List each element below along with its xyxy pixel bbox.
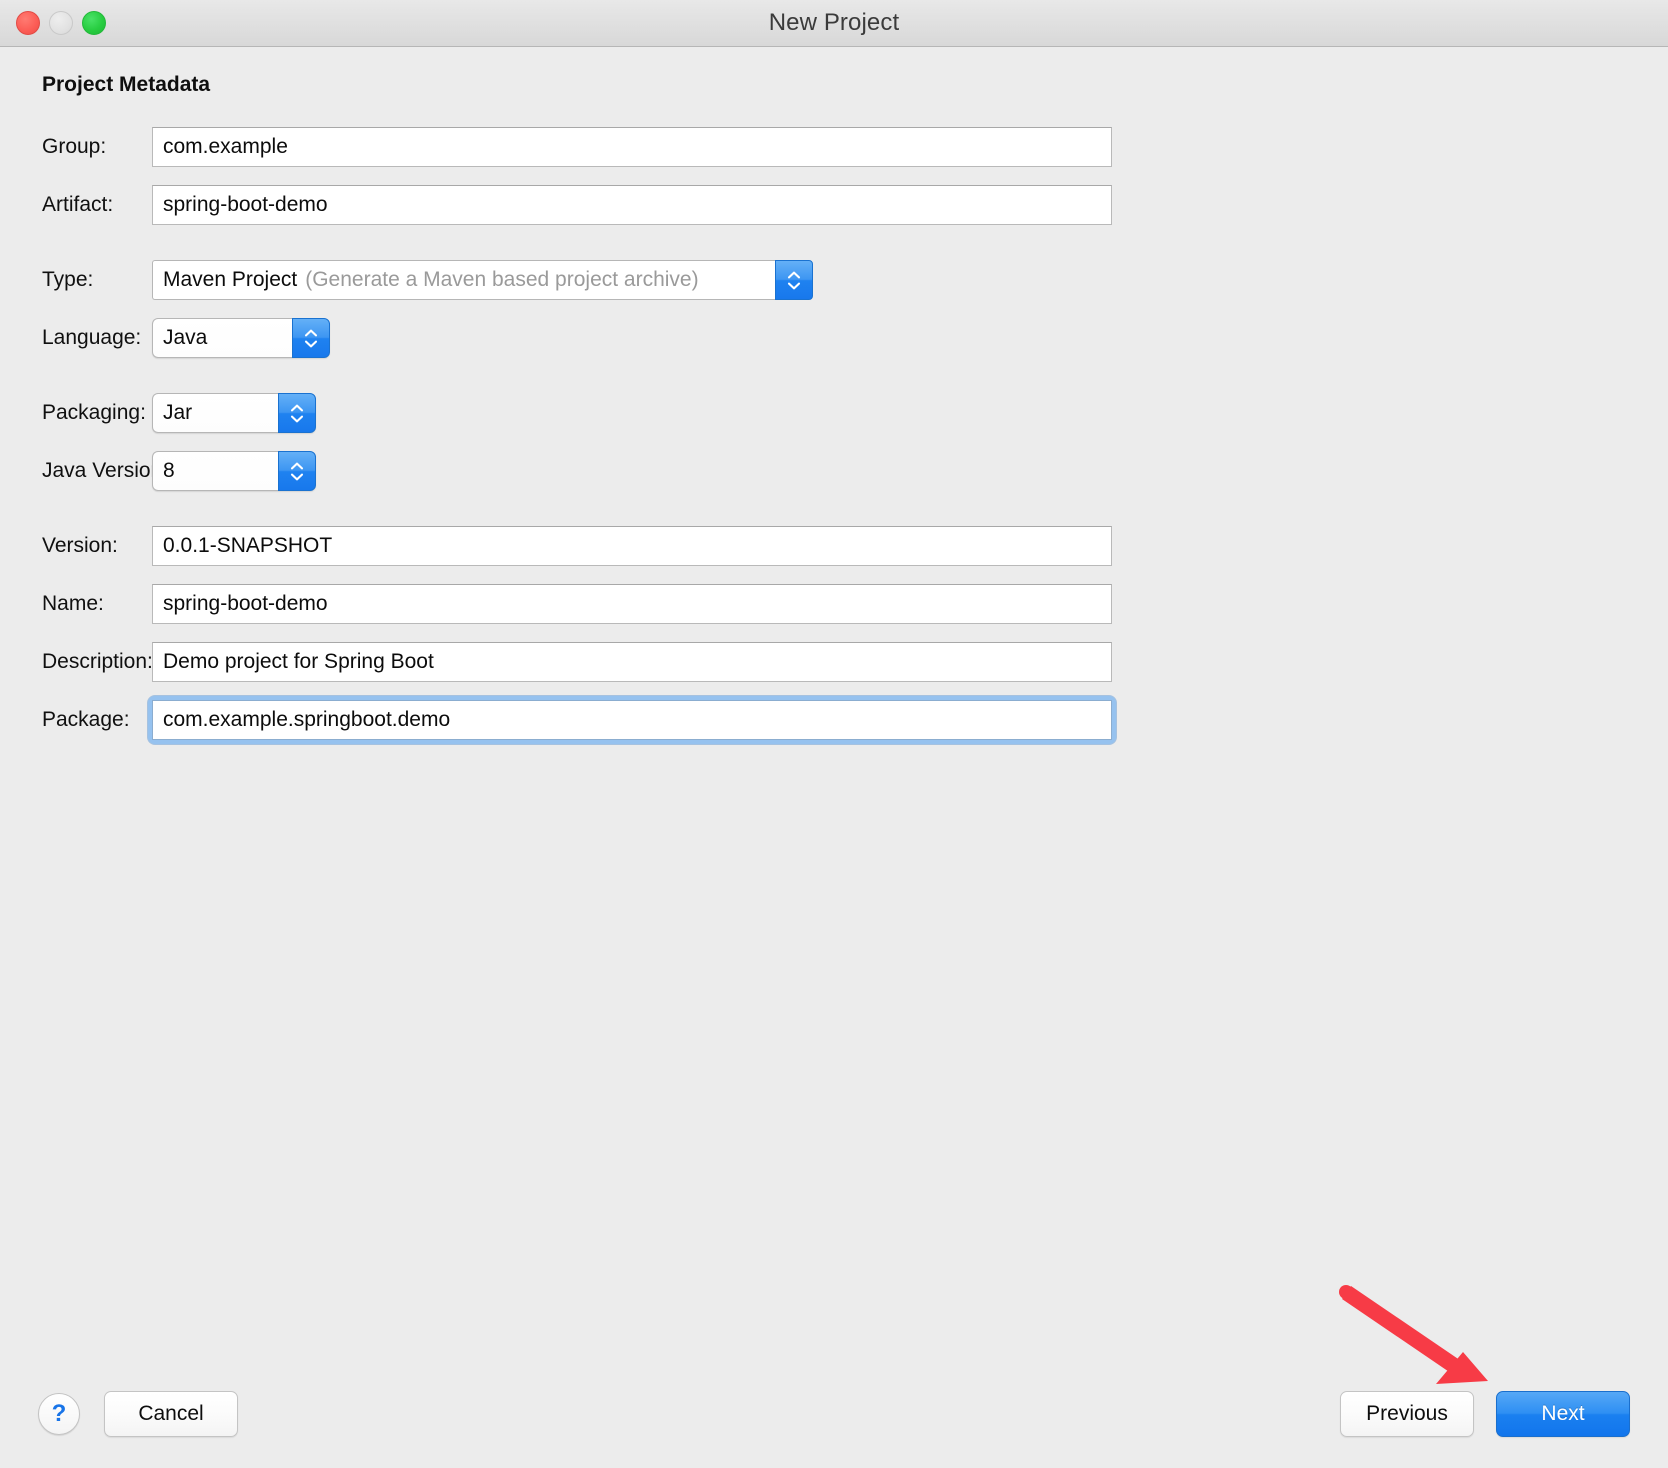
group-field-wrap: com.example — [152, 127, 1112, 167]
java-version-select-stepper[interactable] — [278, 451, 316, 491]
name-label: Name: — [42, 592, 104, 615]
chevron-up-icon — [290, 462, 304, 469]
chevron-up-icon — [787, 271, 801, 278]
form-row-language: Language: Java — [0, 318, 1668, 358]
description-label: Description: — [42, 650, 153, 673]
packaging-select[interactable]: Jar — [152, 393, 316, 433]
packaging-select-stepper[interactable] — [278, 393, 316, 433]
chevron-up-icon — [290, 404, 304, 411]
language-select-face: Java — [152, 318, 292, 358]
form-row-type: Type: Maven Project (Generate a Maven ba… — [0, 260, 1668, 300]
type-select-hint: (Generate a Maven based project archive) — [305, 268, 699, 291]
type-select-stepper[interactable] — [775, 260, 813, 300]
artifact-field-wrap: spring-boot-demo — [152, 185, 1112, 225]
chevron-up-icon — [304, 329, 318, 336]
form-row-java-version: Java Version: 8 — [0, 451, 1668, 491]
type-select[interactable]: Maven Project (Generate a Maven based pr… — [152, 260, 813, 300]
new-project-dialog: New Project Project Metadata Group: com.… — [0, 0, 1668, 1468]
form-row-version: Version: 0.0.1-SNAPSHOT — [0, 526, 1668, 566]
form-row-package: Package: com.example.springboot.demo — [0, 696, 1668, 744]
chevron-down-icon — [787, 282, 801, 289]
artifact-input[interactable]: spring-boot-demo — [152, 185, 1112, 225]
form-row-name: Name: spring-boot-demo — [0, 584, 1668, 624]
java-version-select-value: 8 — [163, 459, 175, 482]
type-select-value: Maven Project — [163, 268, 298, 291]
description-field-wrap: Demo project for Spring Boot — [152, 642, 1112, 682]
description-input[interactable]: Demo project for Spring Boot — [152, 642, 1112, 682]
next-button[interactable]: Next — [1496, 1391, 1630, 1437]
help-button[interactable]: ? — [38, 1393, 80, 1435]
form-row-group: Group: com.example — [0, 127, 1668, 167]
chevron-down-icon — [290, 415, 304, 422]
window-titlebar: New Project — [0, 0, 1668, 47]
name-input[interactable]: spring-boot-demo — [152, 584, 1112, 624]
language-select-value: Java — [163, 326, 208, 349]
version-field-wrap: 0.0.1-SNAPSHOT — [152, 526, 1112, 566]
dialog-footer: ? Cancel Previous Next — [0, 1360, 1668, 1468]
type-label: Type: — [42, 268, 94, 291]
package-label: Package: — [42, 708, 130, 731]
language-select-stepper[interactable] — [292, 318, 330, 358]
page-title: Project Metadata — [42, 73, 211, 96]
chevron-down-icon — [290, 473, 304, 480]
window-title: New Project — [768, 9, 900, 36]
zoom-window-button[interactable] — [82, 11, 106, 35]
cancel-button[interactable]: Cancel — [104, 1391, 238, 1437]
java-version-select[interactable]: 8 — [152, 451, 316, 491]
version-label: Version: — [42, 534, 118, 557]
minimize-window-button[interactable] — [49, 11, 73, 35]
traffic-light-group — [16, 0, 106, 46]
form-row-artifact: Artifact: spring-boot-demo — [0, 185, 1668, 225]
chevron-down-icon — [304, 340, 318, 347]
form-row-packaging: Packaging: Jar — [0, 393, 1668, 433]
packaging-select-value: Jar — [163, 401, 193, 424]
group-input[interactable]: com.example — [152, 127, 1112, 167]
packaging-label: Packaging: — [42, 401, 146, 424]
footer-left-group: ? Cancel — [38, 1391, 238, 1437]
footer-right-group: Previous Next — [1340, 1391, 1630, 1437]
java-version-label: Java Version: — [42, 459, 169, 482]
group-label: Group: — [42, 135, 107, 158]
form-row-description: Description: Demo project for Spring Boo… — [0, 642, 1668, 682]
language-label: Language: — [42, 326, 142, 349]
package-input[interactable]: com.example.springboot.demo — [152, 700, 1112, 740]
project-metadata-form: Group: com.example Artifact: spring-boot… — [0, 127, 1668, 758]
close-window-button[interactable] — [16, 11, 40, 35]
packaging-select-face: Jar — [152, 393, 278, 433]
package-field-wrap: com.example.springboot.demo — [148, 696, 1116, 744]
previous-button[interactable]: Previous — [1340, 1391, 1474, 1437]
dialog-content: Project Metadata Group: com.example Arti… — [0, 47, 1668, 1468]
type-select-face: Maven Project (Generate a Maven based pr… — [152, 260, 775, 300]
language-select[interactable]: Java — [152, 318, 330, 358]
artifact-label: Artifact: — [42, 193, 114, 216]
version-input[interactable]: 0.0.1-SNAPSHOT — [152, 526, 1112, 566]
java-version-select-face: 8 — [152, 451, 278, 491]
name-field-wrap: spring-boot-demo — [152, 584, 1112, 624]
